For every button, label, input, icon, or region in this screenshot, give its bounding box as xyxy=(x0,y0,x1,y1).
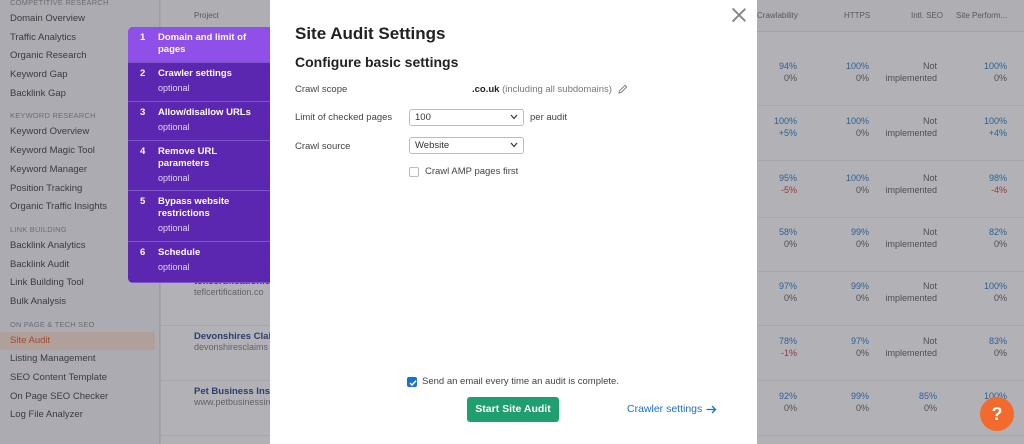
check-icon xyxy=(409,380,417,387)
start-site-audit-button[interactable]: Start Site Audit xyxy=(467,397,559,422)
limit-suffix: per audit xyxy=(530,112,567,123)
limit-select[interactable]: 100 xyxy=(409,109,524,126)
limit-value: 100 xyxy=(415,112,431,123)
modal-title: Site Audit Settings xyxy=(295,24,446,43)
close-icon[interactable] xyxy=(731,7,747,23)
step-number: 5 xyxy=(140,196,146,207)
step-number: 6 xyxy=(140,247,146,258)
crawl-source-select[interactable]: Website xyxy=(409,137,524,154)
step-3[interactable]: 3 Allow/disallow URLs optional xyxy=(128,102,270,141)
step-optional: optional xyxy=(158,173,190,183)
limit-label: Limit of checked pages xyxy=(295,112,393,123)
step-4[interactable]: 4 Remove URL parameters optional xyxy=(128,141,270,191)
chevron-down-icon xyxy=(510,114,518,120)
pencil-icon[interactable] xyxy=(617,84,628,95)
crawl-scope-domain: .co.uk xyxy=(472,84,500,95)
site-audit-settings-modal: Site Audit Settings Configure basic sett… xyxy=(270,0,757,444)
email-label: Send an email every time an audit is com… xyxy=(422,376,619,387)
step-title: Allow/disallow URLs xyxy=(158,107,251,118)
step-title: Schedule xyxy=(158,247,201,258)
step-optional: optional xyxy=(158,223,190,233)
amp-label: Crawl AMP pages first xyxy=(425,166,519,177)
step-2[interactable]: 2 Crawler settings optional xyxy=(128,63,270,102)
step-title: Remove URL parameters xyxy=(158,146,217,169)
source-value: Website xyxy=(415,140,450,151)
step-title: Domain and limit of pages xyxy=(158,32,247,55)
step-number: 4 xyxy=(140,146,146,157)
step-number: 1 xyxy=(140,32,146,43)
modal-subtitle: Configure basic settings xyxy=(295,54,459,70)
crawler-settings-label: Crawler settings xyxy=(627,403,703,415)
step-optional: optional xyxy=(158,83,190,93)
step-optional: optional xyxy=(158,262,190,272)
help-button[interactable]: ? xyxy=(980,397,1014,431)
step-5[interactable]: 5 Bypass website restrictions optional xyxy=(128,191,270,242)
source-label: Crawl source xyxy=(295,141,351,152)
step-6[interactable]: 6 Schedule optional xyxy=(128,242,270,283)
step-optional: optional xyxy=(158,122,190,132)
arrow-right-icon xyxy=(706,405,717,414)
step-title: Crawler settings xyxy=(158,68,232,79)
step-title: Bypass website restrictions xyxy=(158,196,230,219)
crawler-settings-link[interactable]: Crawler settings xyxy=(627,403,717,415)
crawl-scope-value: .co.uk (including all subdomains) xyxy=(410,84,628,95)
chevron-down-icon xyxy=(510,142,518,148)
step-number: 2 xyxy=(140,68,146,79)
email-checkbox[interactable] xyxy=(407,377,417,387)
setup-steps: 1 Domain and limit of pages 2 Crawler setti… xyxy=(128,27,270,283)
crawl-scope-hint: (including all subdomains) xyxy=(502,84,612,95)
crawl-scope-label: Crawl scope xyxy=(295,84,348,95)
amp-checkbox[interactable] xyxy=(409,167,419,177)
step-1[interactable]: 1 Domain and limit of pages xyxy=(128,27,270,63)
step-number: 3 xyxy=(140,107,146,118)
